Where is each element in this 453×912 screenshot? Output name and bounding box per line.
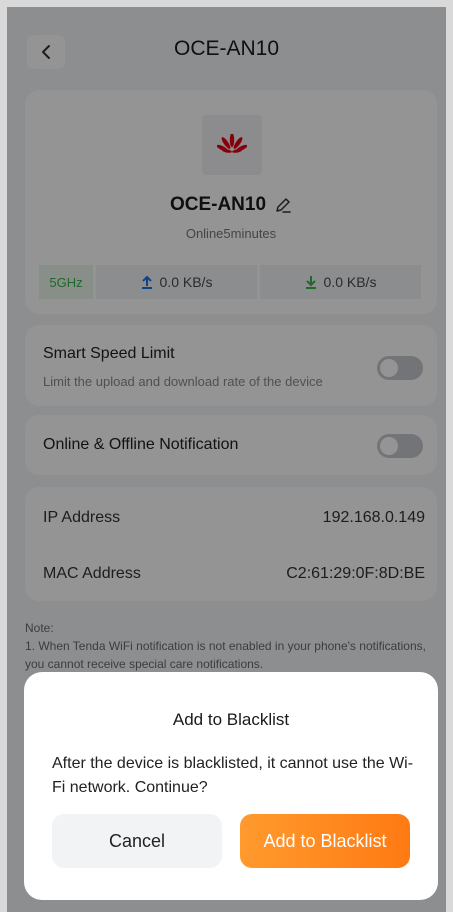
add-to-blacklist-button[interactable]: Add to Blacklist: [240, 814, 410, 868]
dialog-title: Add to Blacklist: [172, 710, 290, 729]
dialog-message: After the device is blacklisted, it cann…: [52, 755, 414, 796]
cancel-button[interactable]: Cancel: [52, 814, 222, 868]
blacklist-dialog: Add to Blacklist After the device is bla…: [24, 672, 438, 900]
device-details-screen: OCE-AN10 OCE-AN10 Online5minutes 5GHz 0.…: [7, 7, 446, 912]
